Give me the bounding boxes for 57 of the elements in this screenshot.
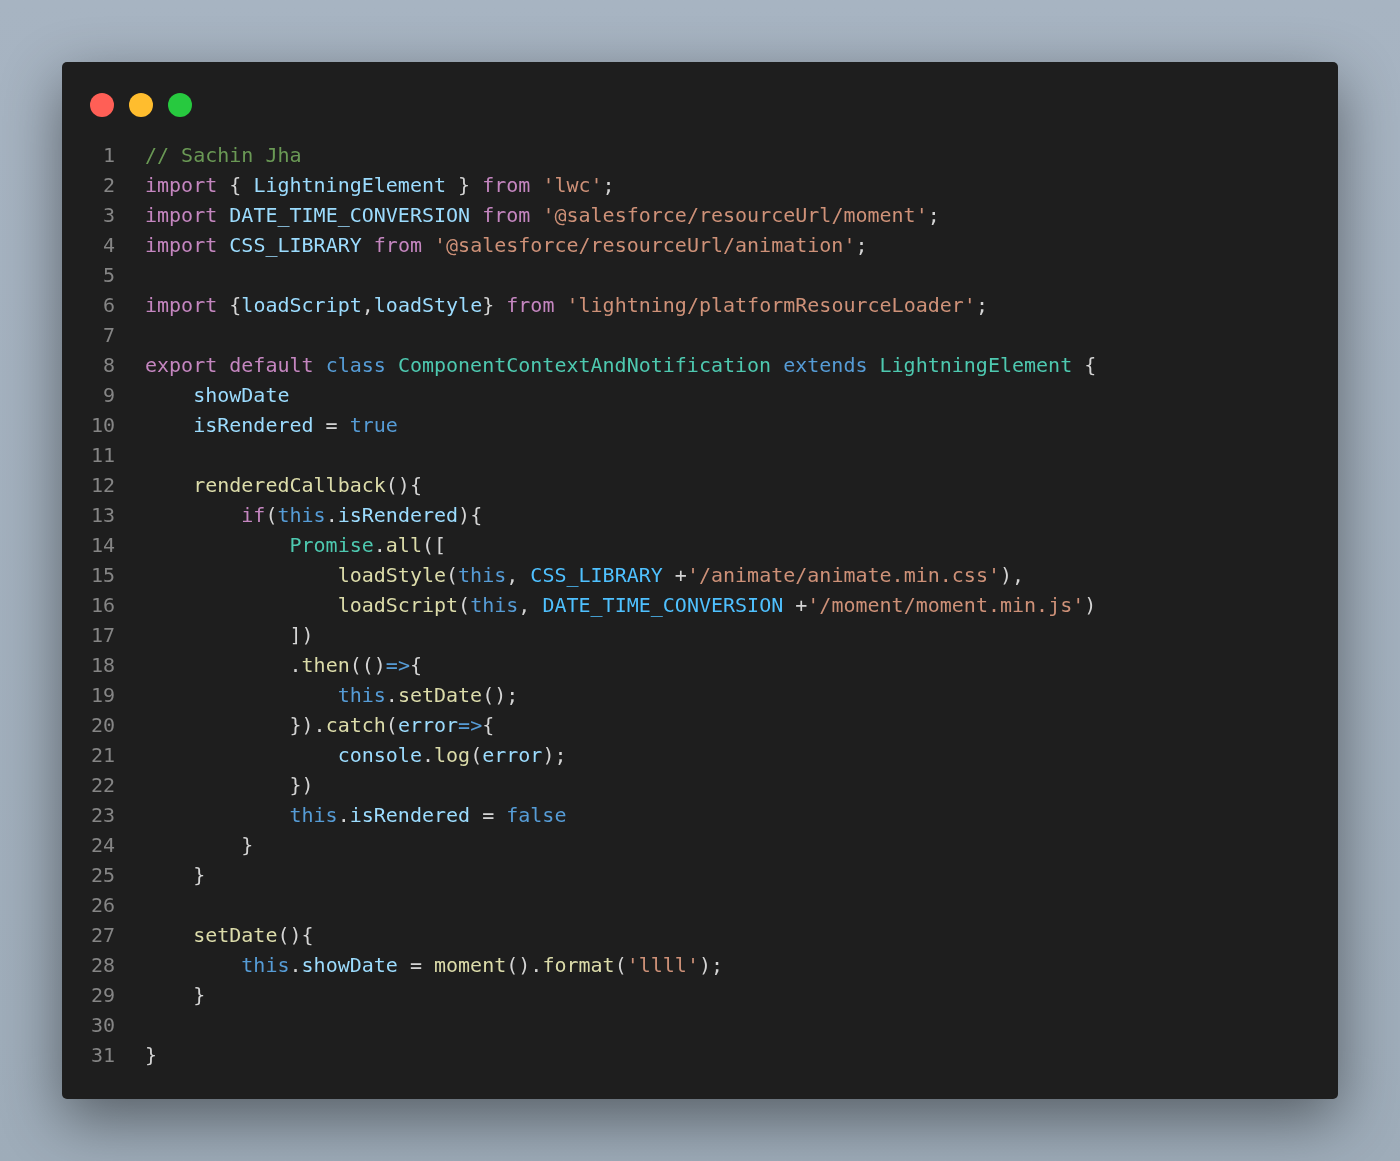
code-line: renderedCallback(){ — [192, 472, 422, 499]
code-line: this.setDate(); — [336, 682, 519, 709]
code-line: ]) — [288, 622, 314, 649]
code-line: } — [192, 982, 206, 1009]
code-line: loadScript(this, DATE_TIME_CONVERSION +'/moment/moment.min.js') — [336, 592, 1097, 619]
line-number: 24 — [90, 832, 115, 859]
line-number: 5 — [101, 262, 115, 289]
line-number: 16 — [90, 592, 115, 619]
line-number: 8 — [101, 352, 115, 379]
code-line: setDate(){ — [192, 922, 314, 949]
code-line: } — [240, 832, 254, 859]
code-line: }) — [288, 772, 314, 799]
code-line: // Sachin Jha — [145, 142, 302, 169]
line-number: 21 — [90, 742, 115, 769]
line-number: 22 — [90, 772, 115, 799]
line-number: 10 — [90, 412, 115, 439]
line-number: 13 — [90, 502, 115, 529]
line-number: 31 — [90, 1042, 115, 1069]
code-line: } — [192, 862, 206, 889]
code-line: isRendered = true — [192, 412, 398, 439]
line-number: 7 — [101, 322, 115, 349]
code-line: Promise.all([ — [288, 532, 447, 559]
line-number: 9 — [101, 382, 115, 409]
line-number: 2 — [101, 172, 115, 199]
code-line: import CSS_LIBRARY from '@salesforce/resourceUrl/animation'; — [145, 232, 868, 259]
line-number: 18 — [90, 652, 115, 679]
code-line: import DATE_TIME_CONVERSION from '@salesforce/resourceUrl/moment'; — [145, 202, 940, 229]
line-number: 11 — [90, 442, 115, 469]
line-number: 25 — [90, 862, 115, 889]
code-line: export default class ComponentContextAndNotification extends LightningElement { — [145, 352, 1097, 379]
line-number: 30 — [90, 1012, 115, 1039]
line-number: 29 — [90, 982, 115, 1009]
code-line: import {loadScript,loadStyle} from 'lightning/platformResourceLoader'; — [145, 292, 988, 319]
line-number: 14 — [90, 532, 115, 559]
code-line: import { LightningElement } from 'lwc'; — [145, 172, 615, 199]
code-line: this.showDate = moment().format('llll'); — [240, 952, 723, 979]
line-number: 17 — [90, 622, 115, 649]
code-line: console.log(error); — [336, 742, 567, 769]
code-line: }).catch(error=>{ — [288, 712, 495, 739]
code-line: this.isRendered = false — [288, 802, 567, 829]
line-number: 20 — [90, 712, 115, 739]
code-line: loadStyle(this, CSS_LIBRARY +'/animate/animate.min.css'), — [336, 562, 1025, 589]
line-number: 15 — [90, 562, 115, 589]
line-number: 4 — [101, 232, 115, 259]
code-line: if(this.isRendered){ — [240, 502, 483, 529]
code-line: } — [145, 1042, 158, 1069]
line-number: 26 — [90, 892, 115, 919]
code-line: showDate — [192, 382, 290, 409]
line-number: 1 — [101, 142, 115, 169]
line-number: 3 — [101, 202, 115, 229]
line-number: 27 — [90, 922, 115, 949]
line-number: 6 — [101, 292, 115, 319]
line-number: 23 — [90, 802, 115, 829]
line-number: 12 — [90, 472, 115, 499]
line-number: 19 — [90, 682, 115, 709]
code-line: .then(()=>{ — [288, 652, 422, 679]
line-number: 28 — [90, 952, 115, 979]
